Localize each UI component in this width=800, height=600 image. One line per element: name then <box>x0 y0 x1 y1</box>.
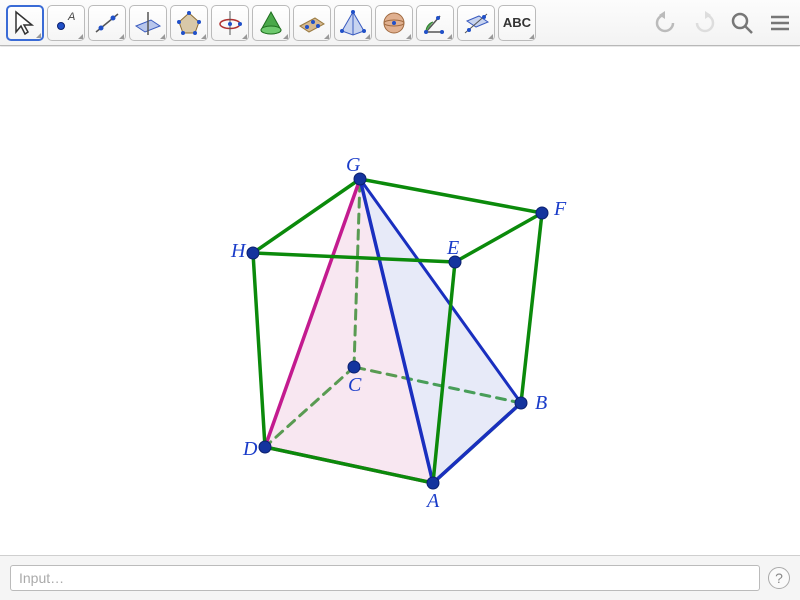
tool-cone[interactable] <box>252 5 290 41</box>
search-button[interactable] <box>728 9 756 37</box>
search-icon <box>730 11 754 35</box>
graphics-3d-view[interactable]: A B C D E F G H <box>0 47 800 555</box>
tool-line[interactable] <box>88 5 126 41</box>
main-toolbar: A ABC <box>0 0 800 46</box>
redo-icon <box>692 11 716 35</box>
algebra-input[interactable] <box>10 565 760 591</box>
svg-text:C: C <box>348 374 362 396</box>
scene-svg: A B C D E F G H <box>0 47 800 555</box>
hamburger-icon <box>768 11 792 35</box>
tool-move[interactable] <box>6 5 44 41</box>
svg-text:F: F <box>553 198 567 220</box>
help-button[interactable]: ? <box>768 567 790 589</box>
tool-circle-axis[interactable] <box>211 5 249 41</box>
tool-perpendicular[interactable] <box>129 5 167 41</box>
help-icon: ? <box>775 570 783 586</box>
svg-text:D: D <box>242 438 258 460</box>
svg-text:H: H <box>230 240 247 262</box>
svg-text:G: G <box>346 154 361 176</box>
tool-point[interactable]: A <box>47 5 85 41</box>
tool-text[interactable]: ABC <box>498 5 536 41</box>
tool-polygon[interactable] <box>170 5 208 41</box>
tool-pyramid[interactable] <box>334 5 372 41</box>
tool-sphere[interactable] <box>375 5 413 41</box>
svg-text:B: B <box>535 392 547 414</box>
undo-icon <box>654 11 678 35</box>
tool-reflect[interactable] <box>457 5 495 41</box>
svg-text:A: A <box>425 490 440 512</box>
tool-plane-3pts[interactable] <box>293 5 331 41</box>
input-bar: ? <box>0 555 800 600</box>
redo-button[interactable] <box>690 9 718 37</box>
tool-angle[interactable] <box>416 5 454 41</box>
svg-text:E: E <box>446 237 459 259</box>
menu-button[interactable] <box>766 9 794 37</box>
undo-button[interactable] <box>652 9 680 37</box>
tool-text-label: ABC <box>503 15 531 30</box>
svg-text:A: A <box>67 11 75 23</box>
